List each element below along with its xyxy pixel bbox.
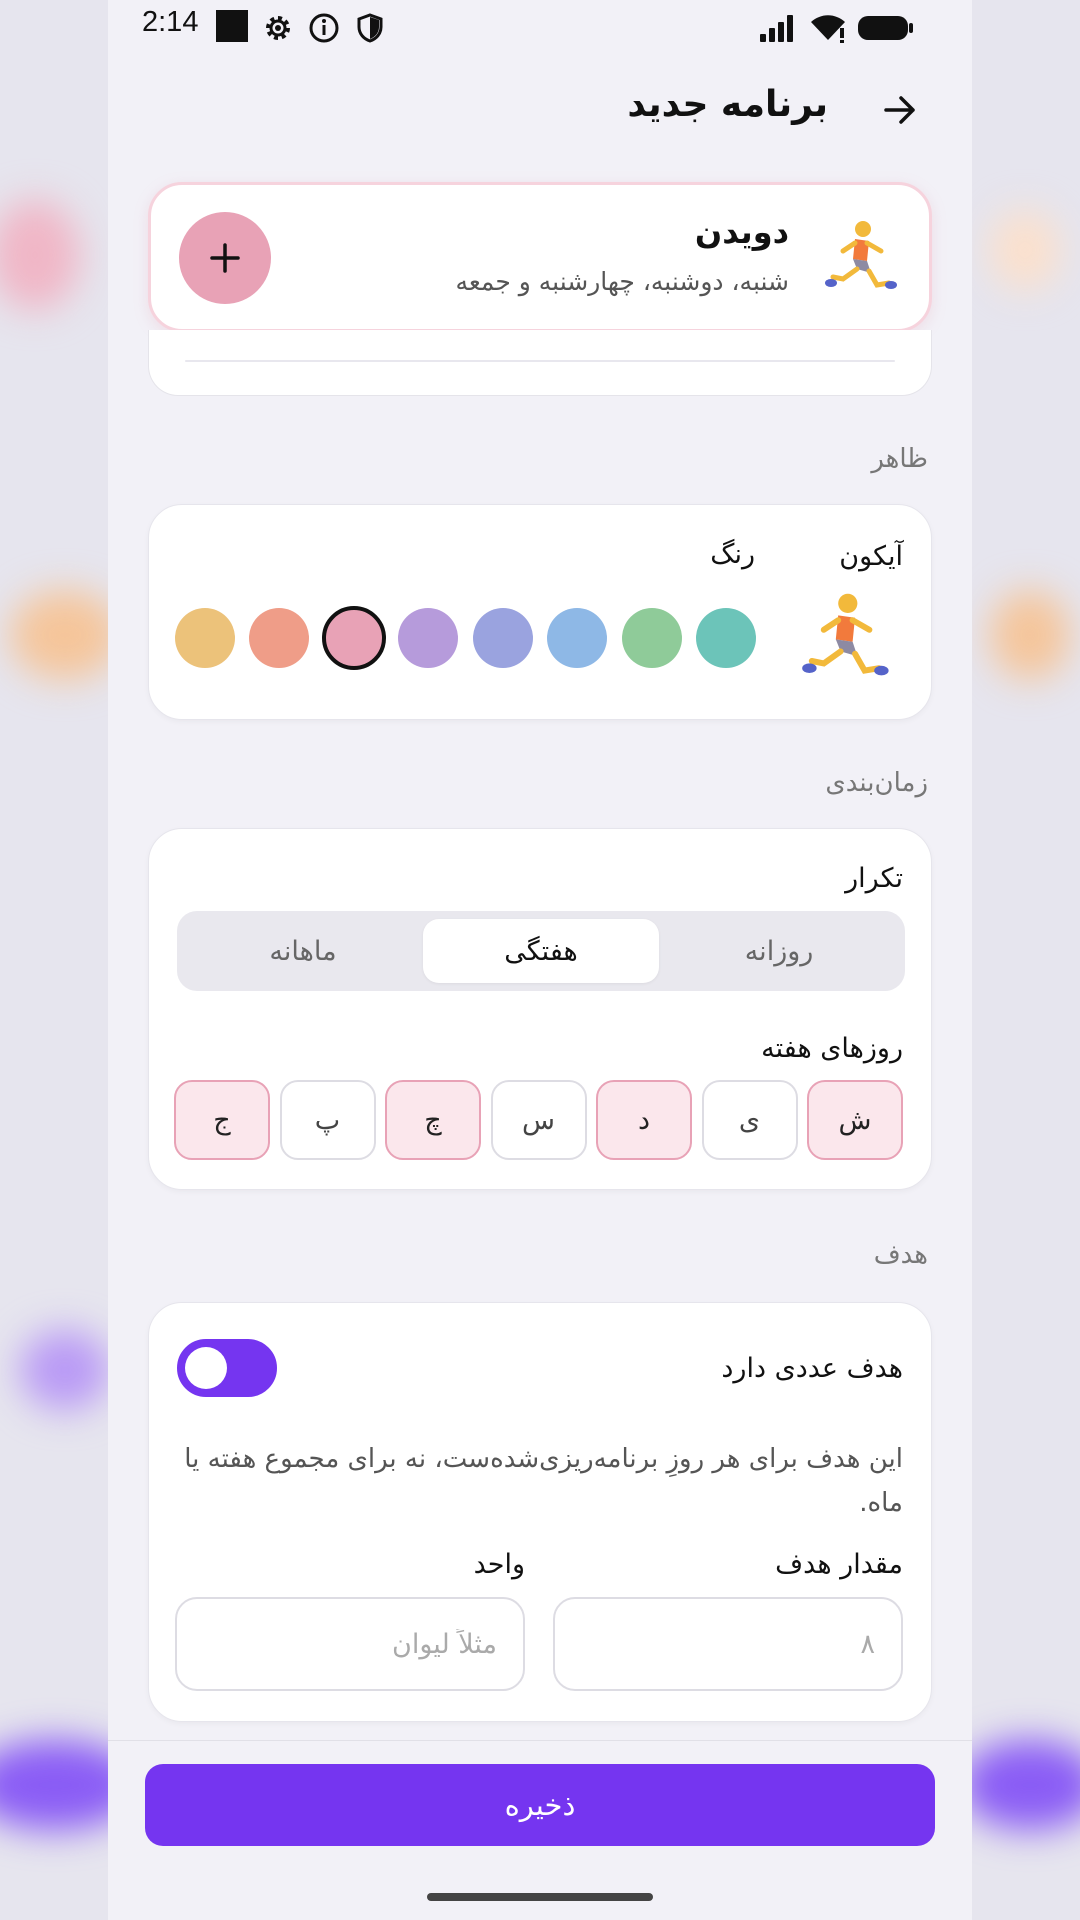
- home-indicator: [427, 1893, 653, 1901]
- weekday-chip[interactable]: ج: [174, 1080, 270, 1160]
- color-label: رنگ: [710, 539, 755, 570]
- toggle-knob: [185, 1347, 227, 1389]
- color-swatch[interactable]: [621, 608, 682, 668]
- person-running-emoji: [825, 221, 897, 289]
- bottom-bar: ذخیره: [108, 1740, 972, 1920]
- background-blob: [10, 590, 120, 680]
- weekday-chip-label: پ: [314, 1104, 341, 1136]
- section-label-goal: هدف: [873, 1240, 928, 1270]
- name-card-partial: [148, 330, 932, 396]
- section-label-appearance: ظاهر: [871, 444, 928, 474]
- weekday-chip-label: چ: [424, 1104, 442, 1136]
- square-icon: [216, 10, 248, 42]
- has-goal-label: هدف عددی دارد: [721, 1353, 903, 1384]
- plus-icon: [210, 243, 240, 273]
- color-swatch[interactable]: [321, 606, 386, 670]
- background-blob: [0, 200, 80, 310]
- habit-preview-card: دویدن شنبه، دوشنبه، چهارشنبه و جمعه: [148, 182, 932, 332]
- signal-icon: [760, 15, 793, 42]
- icon-label: آیکون: [839, 541, 903, 572]
- color-swatch[interactable]: [174, 608, 235, 668]
- wifi-icon: [811, 15, 845, 43]
- repeat-option-weekly[interactable]: هفتگی: [423, 919, 659, 983]
- repeat-option-label: ماهانه: [269, 935, 337, 967]
- weekday-chip-label: س: [522, 1104, 555, 1136]
- name-input-edge: [185, 360, 895, 362]
- save-button[interactable]: ذخیره: [145, 1764, 935, 1846]
- weekday-chip[interactable]: ش: [807, 1080, 903, 1160]
- weekday-chip[interactable]: پ: [279, 1080, 376, 1160]
- background-blob: [960, 1740, 1080, 1830]
- goal-toggle[interactable]: [177, 1339, 277, 1397]
- habit-days-summary: شنبه، دوشنبه، چهارشنبه و جمعه: [455, 267, 789, 296]
- background-blob: [20, 1330, 110, 1410]
- color-swatch[interactable]: [696, 608, 756, 668]
- header: برنامه جدید: [108, 70, 972, 150]
- section-label-scheduling: زمان‌بندی: [825, 768, 928, 798]
- unit-field-box: [175, 1597, 525, 1691]
- repeat-option-label: هفتگی: [504, 935, 578, 967]
- weekday-chip[interactable]: د: [596, 1080, 692, 1160]
- weekday-chip-label: ش: [838, 1104, 872, 1136]
- weekday-chip-label: ج: [213, 1104, 231, 1136]
- amount-label: مقدار هدف: [775, 1549, 903, 1580]
- weekdays-label: روزهای هفته: [761, 1033, 903, 1064]
- amount-field-box: [553, 1597, 903, 1691]
- save-button-label: ذخیره: [504, 1788, 576, 1822]
- arrow-right-icon[interactable]: [880, 90, 920, 130]
- gear-icon: [266, 16, 290, 40]
- background-blob: [990, 210, 1060, 290]
- status-time: 2:14: [142, 6, 199, 38]
- weekday-chip-label: د: [637, 1104, 651, 1136]
- goal-card: هدف عددی دارد این هدف برای هر روزِ برنام…: [148, 1302, 932, 1722]
- color-swatch[interactable]: [398, 608, 458, 668]
- color-swatch[interactable]: [249, 608, 309, 668]
- unit-label: واحد: [473, 1549, 525, 1580]
- app-screen: 2:14 برنامه جدید دویدن شنبه، دوشنبه، چها…: [108, 0, 972, 1920]
- repeat-option-daily[interactable]: روزانه: [661, 919, 897, 983]
- repeat-label: تکرار: [845, 863, 903, 894]
- weekday-chip[interactable]: ی: [701, 1080, 798, 1160]
- shield-icon: [357, 13, 383, 43]
- info-icon: [309, 13, 339, 43]
- repeat-option-monthly[interactable]: ماهانه: [185, 919, 421, 983]
- schedule-card: تکرار روزانه هفتگی ماهانه روزهای هفته ش ی…: [148, 828, 932, 1190]
- habit-name: دویدن: [694, 213, 789, 251]
- add-button[interactable]: [179, 212, 271, 304]
- background-blob: [990, 590, 1070, 680]
- status-bar: 2:14: [108, 0, 972, 50]
- goal-description: این هدف برای هر روزِ برنامه‌ریزی‌شده‌ست،…: [184, 1444, 903, 1518]
- weekday-chip[interactable]: چ: [385, 1080, 481, 1160]
- color-swatch[interactable]: [472, 608, 533, 668]
- page-title: برنامه جدید: [627, 84, 828, 125]
- person-running-emoji[interactable]: [795, 589, 891, 685]
- unit-field[interactable]: [177, 1599, 523, 1689]
- amount-field[interactable]: [555, 1599, 901, 1689]
- color-swatch[interactable]: [547, 608, 607, 668]
- repeat-segmented-control: روزانه هفتگی ماهانه: [177, 911, 905, 991]
- appearance-card: آیکون رنگ: [148, 504, 932, 720]
- repeat-option-label: روزانه: [744, 935, 814, 967]
- battery-icon: [858, 16, 913, 40]
- weekday-chip[interactable]: س: [490, 1080, 587, 1160]
- weekday-chip-label: ی: [738, 1104, 761, 1136]
